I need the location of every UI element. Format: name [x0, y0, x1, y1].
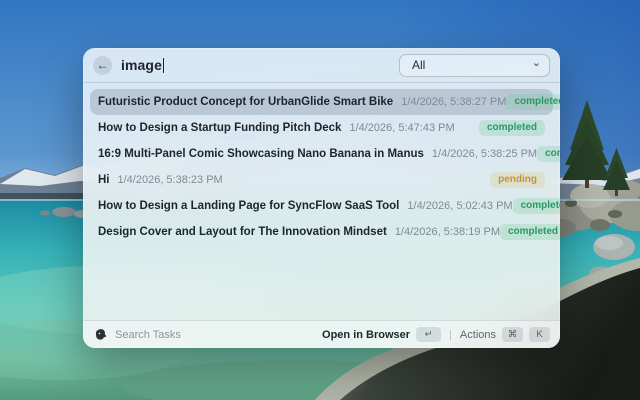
status-badge: completed — [500, 224, 560, 240]
open-in-browser-button[interactable]: Open in Browser — [322, 329, 410, 341]
status-badge: completed — [478, 120, 545, 136]
status-badge: completed — [512, 198, 560, 214]
task-title: Design Cover and Layout for The Innovati… — [98, 226, 387, 238]
footer-divider: | — [449, 328, 452, 341]
task-timestamp: 1/4/2026, 5:38:19 PM — [394, 226, 500, 238]
task-row[interactable]: Design Cover and Layout for The Innovati… — [90, 219, 560, 245]
filter-dropdown-value: All — [412, 58, 426, 72]
task-timestamp: 1/4/2026, 5:38:23 PM — [117, 174, 223, 186]
task-title: How to Design a Startup Funding Pitch De… — [98, 122, 342, 134]
status-badge: completed — [506, 94, 560, 110]
task-timestamp: 1/4/2026, 5:38:27 PM — [401, 96, 507, 108]
task-row[interactable]: Futuristic Product Concept for UrbanGlid… — [90, 89, 560, 115]
task-row[interactable]: How to Design a Landing Page for SyncFlo… — [90, 193, 560, 219]
app-logo-icon — [93, 328, 107, 342]
task-timestamp: 1/4/2026, 5:02:43 PM — [407, 200, 513, 212]
back-button[interactable]: ← — [93, 55, 112, 75]
text-cursor — [162, 57, 165, 73]
task-timestamp: 1/4/2026, 5:47:43 PM — [349, 122, 455, 134]
filter-dropdown[interactable]: All ⌄ — [399, 53, 550, 77]
task-title: 16:9 Multi-Panel Comic Showcasing Nano B… — [98, 148, 424, 160]
task-row[interactable]: Hi 1/4/2026, 5:38:23 PM pending — [90, 167, 553, 193]
task-title: Futuristic Product Concept for UrbanGlid… — [98, 96, 394, 108]
task-title: How to Design a Landing Page for SyncFlo… — [98, 200, 400, 212]
search-query-text: image — [121, 57, 162, 73]
palette-footer: Search Tasks Open in Browser ↵ | Actions… — [83, 320, 560, 348]
task-list: Futuristic Product Concept for UrbanGlid… — [83, 83, 560, 320]
chevron-down-icon: ⌄ — [531, 56, 541, 69]
k-key-icon: K — [529, 327, 550, 342]
search-input[interactable]: image — [121, 57, 399, 73]
return-key-icon: ↵ — [416, 327, 442, 342]
task-timestamp: 1/4/2026, 5:38:25 PM — [431, 148, 538, 160]
footer-search-hint: Search Tasks — [115, 328, 181, 341]
task-row[interactable]: 16:9 Multi-Panel Comic Showcasing Nano B… — [90, 141, 560, 167]
status-badge: pending — [490, 172, 545, 188]
status-badge: completed — [537, 146, 560, 162]
desktop: ← image All ⌄ Futuristic Product Concept… — [0, 0, 640, 400]
search-bar: ← image All ⌄ — [83, 48, 560, 82]
command-key-icon: ⌘ — [502, 327, 523, 342]
task-title: Hi — [98, 174, 110, 186]
actions-button[interactable]: Actions — [460, 329, 496, 341]
task-row[interactable]: How to Design a Startup Funding Pitch De… — [90, 115, 553, 141]
back-arrow-icon: ← — [96, 58, 109, 72]
command-palette: ← image All ⌄ Futuristic Product Concept… — [83, 48, 560, 348]
